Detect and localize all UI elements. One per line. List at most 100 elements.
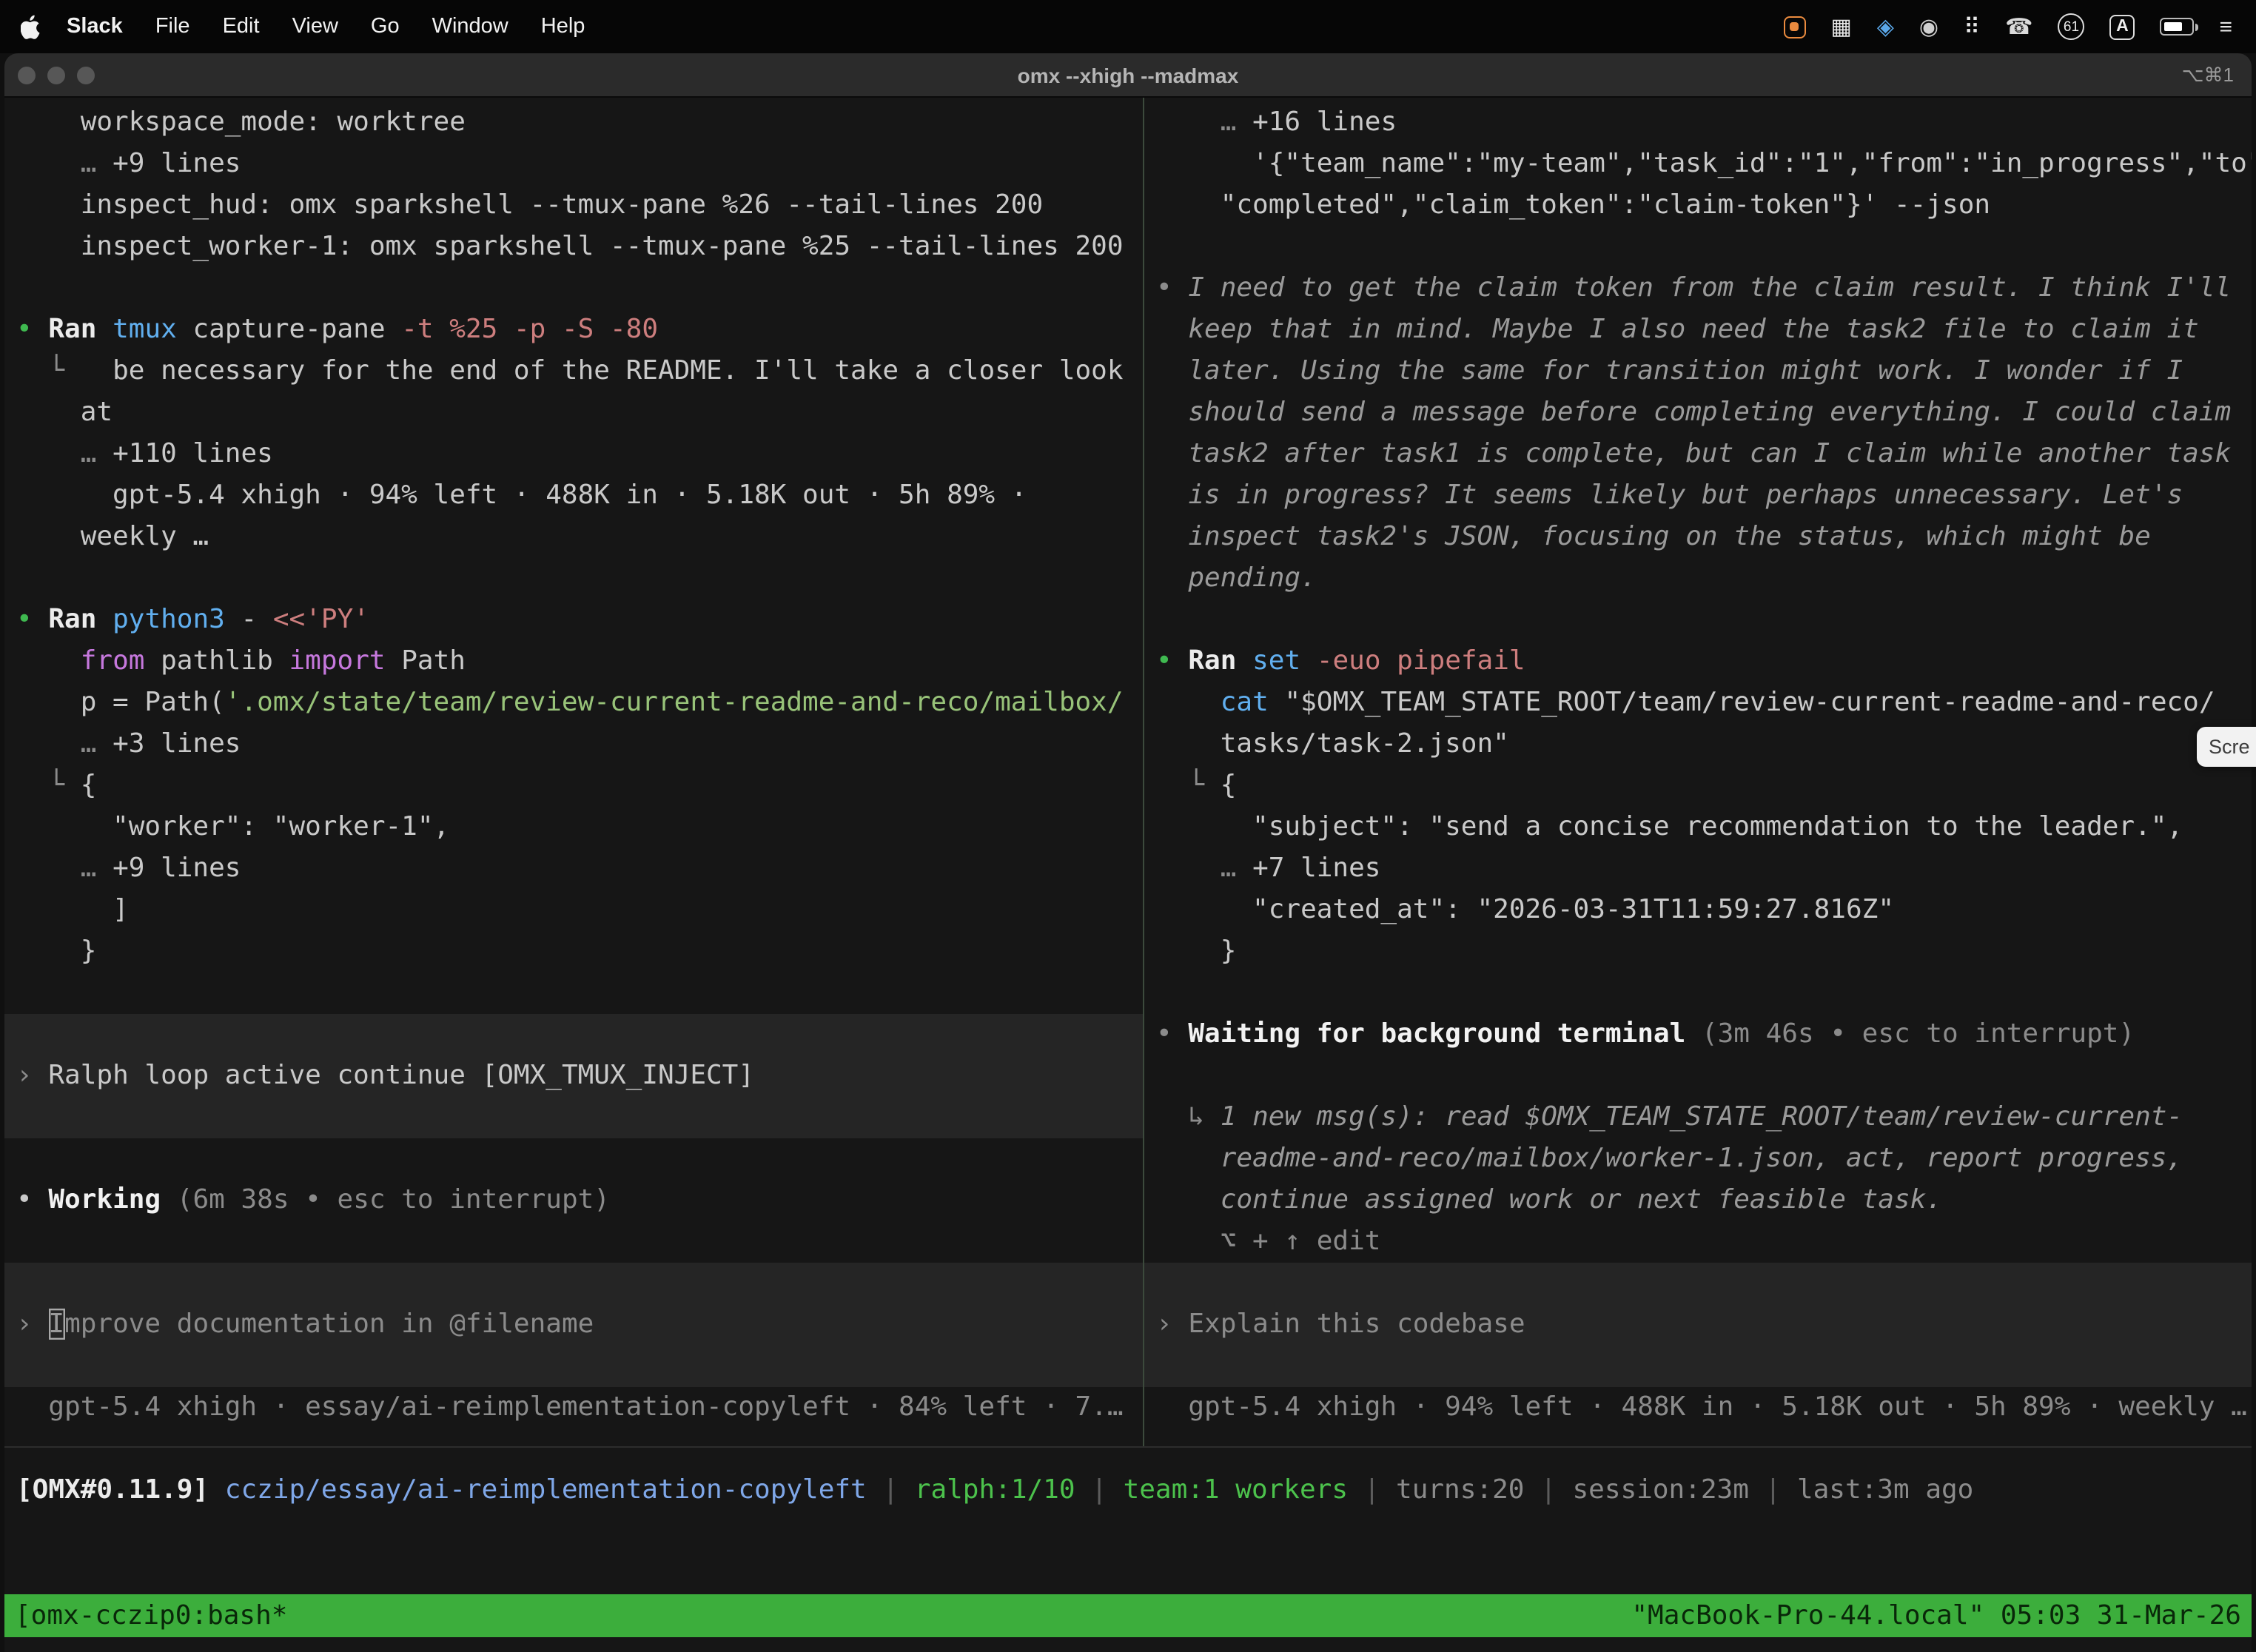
- text-segment: ⌥ + ↑ edit: [1156, 1226, 1380, 1257]
- text-segment: ›: [16, 1060, 48, 1091]
- text-segment: …: [16, 853, 113, 884]
- text-segment: ↳: [1156, 1101, 1221, 1132]
- text-segment: tasks/task-2.json": [1156, 728, 1509, 759]
- terminal-line: "worker": "worker-1",: [16, 807, 1143, 848]
- text-segment: python3: [113, 604, 241, 635]
- titlebar[interactable]: omx --xhigh --madmax ⌥⌘1: [4, 53, 2252, 98]
- text-segment: pending.: [1156, 563, 1317, 594]
- terminal-line: ]: [16, 890, 1143, 931]
- menu-edit[interactable]: Edit: [207, 15, 276, 38]
- menu-items: SlackFileEditViewGoWindowHelp: [50, 15, 601, 38]
- screen-notification[interactable]: Scre: [2197, 727, 2256, 767]
- text-segment: '.omx/state/team/review-current-readme-a…: [225, 687, 1124, 718]
- terminal-line: readme-and-reco/mailbox/worker-1.json, a…: [1156, 1138, 2252, 1180]
- text-segment: …: [16, 148, 113, 179]
- screen-recording-indicator[interactable]: [1783, 16, 1805, 38]
- text-segment: ]: [16, 894, 129, 925]
- apple-menu-icon[interactable]: [21, 14, 41, 39]
- text-segment: is in progress? It seems likely but perh…: [1156, 480, 2183, 511]
- menu-lines-icon[interactable]: ≡: [2219, 14, 2232, 39]
- terminal-line: continue assigned work or next feasible …: [1156, 1180, 2252, 1221]
- text-segment: [1156, 687, 1221, 718]
- status-segment: turns:20: [1396, 1474, 1524, 1505]
- menu-file[interactable]: File: [139, 15, 207, 38]
- composer-placeholder: › Improve documentation in @filename: [16, 1304, 1143, 1346]
- terminal-line: p = Path('.omx/state/team/review-current…: [16, 682, 1143, 724]
- text-segment: inspect_worker-1: omx sparkshell --tmux-…: [16, 231, 1124, 262]
- text-segment: }: [16, 936, 96, 967]
- menu-go[interactable]: Go: [355, 15, 416, 38]
- terminal-line: workspace_mode: worktree: [16, 102, 1143, 144]
- text-segment: ›: [1156, 1309, 1188, 1340]
- text-segment: •: [1156, 1018, 1188, 1050]
- window-grid-icon[interactable]: ▦: [1830, 13, 1851, 40]
- terminal-line: ↳ 1 new msg(s): read $OMX_TEAM_STATE_ROO…: [1156, 1097, 2252, 1138]
- working-status: • Working (6m 38s • esc to interrupt): [16, 1180, 1143, 1221]
- input-source-icon[interactable]: A: [2109, 14, 2135, 39]
- omx-status-line: [OMX#0.11.9] cczip/essay/ai-reimplementa…: [16, 1470, 2252, 1511]
- terminal-line: later. Using the same for transition mig…: [1156, 351, 2252, 392]
- terminal-line: … +16 lines: [1156, 102, 2252, 144]
- text-segment: +16 lines: [1252, 107, 1397, 138]
- terminal: workspace_mode: worktree … +9 lines insp…: [4, 98, 2252, 1652]
- text-segment: <<'PY': [273, 604, 369, 635]
- text-segment: '{"team_name":"my-team","task_id":"1","f…: [1156, 148, 2252, 179]
- text-segment: at: [16, 397, 113, 428]
- text-segment: ›: [16, 1309, 48, 1340]
- disk-icon[interactable]: ◉: [1919, 13, 1938, 40]
- terminal-line: from pathlib import Path: [16, 641, 1143, 682]
- terminal-line: '{"team_name":"my-team","task_id":"1","f…: [1156, 144, 2252, 185]
- text-segment: mprove documentation in @filename: [64, 1309, 594, 1340]
- terminal-window: omx --xhigh --madmax ⌥⌘1 workspace_mode:…: [4, 53, 2252, 1652]
- stream-icon[interactable]: ◈: [1877, 13, 1894, 40]
- text-segment: be necessary for the end of the README. …: [113, 355, 1123, 386]
- text-segment: {: [1221, 770, 1237, 801]
- terminal-line: … +3 lines: [16, 724, 1143, 765]
- terminal-line: pending.: [1156, 558, 2252, 600]
- terminal-line: should send a message before completing …: [1156, 392, 2252, 434]
- terminal-line: is in progress? It seems likely but perh…: [1156, 475, 2252, 517]
- terminal-line: weekly …: [16, 517, 1143, 558]
- terminal-line: … +7 lines: [1156, 848, 2252, 890]
- text-segment: "subject": "send a concise recommendatio…: [1156, 811, 2183, 842]
- terminal-line: gpt-5.4 xhigh · 94% left · 488K in · 5.1…: [16, 475, 1143, 517]
- text-segment: cat: [1221, 687, 1285, 718]
- text-segment: +3 lines: [113, 728, 241, 759]
- status-segment: |: [1524, 1474, 1572, 1505]
- text-segment: +7 lines: [1252, 853, 1380, 884]
- text-segment: -euo pipefail: [1317, 645, 1525, 676]
- text-segment: }: [1156, 936, 1236, 967]
- text-segment: …: [16, 728, 113, 759]
- menu-slack[interactable]: Slack: [50, 15, 139, 38]
- waiting-status: • Waiting for background terminal (3m 46…: [1156, 1014, 2252, 1055]
- terminal-line: at: [16, 392, 1143, 434]
- model-status-line: gpt-5.4 xhigh · essay/ai-reimplementatio…: [16, 1387, 1143, 1428]
- text-segment: •: [16, 604, 48, 635]
- terminal-line: "subject": "send a concise recommendatio…: [1156, 807, 2252, 848]
- text-segment: from: [81, 645, 161, 676]
- text-segment: •: [16, 314, 48, 345]
- model-status-line: gpt-5.4 xhigh · 94% left · 488K in · 5.1…: [1156, 1387, 2252, 1428]
- battery-percent-badge[interactable]: 61: [2058, 13, 2084, 40]
- ran-command-line: • Ran set -euo pipefail: [1156, 641, 2252, 682]
- text-segment: └: [16, 355, 113, 386]
- window-title: omx --xhigh --madmax: [4, 53, 2252, 98]
- text-segment: …: [16, 438, 113, 469]
- composer-placeholder: › Explain this codebase: [1156, 1304, 2252, 1346]
- window-shortcut-hint: ⌥⌘1: [2182, 53, 2234, 98]
- text-segment: "$OMX_TEAM_STATE_ROOT/team/review-curren…: [1284, 687, 2215, 718]
- text-segment: 1 new msg(s): read $OMX_TEAM_STATE_ROOT/…: [1221, 1101, 2183, 1132]
- phone-icon[interactable]: ☎: [2005, 13, 2032, 40]
- menu-help[interactable]: Help: [525, 15, 602, 38]
- dots-grid-icon[interactable]: ⠿: [1964, 13, 1980, 40]
- terminal-line: └ be necessary for the end of the README…: [16, 351, 1143, 392]
- text-segment: └: [1156, 770, 1221, 801]
- battery-icon[interactable]: [2160, 19, 2194, 36]
- text-segment: +110 lines: [113, 438, 273, 469]
- terminal-line: }: [16, 931, 1143, 973]
- text-segment: Ran: [48, 314, 113, 345]
- menu-window[interactable]: Window: [416, 15, 525, 38]
- tmux-status-bar: [omx-cczip0:bash* "MacBook-Pro-44.local"…: [4, 1594, 2252, 1637]
- text-segment: tmux: [113, 314, 192, 345]
- menu-view[interactable]: View: [276, 15, 355, 38]
